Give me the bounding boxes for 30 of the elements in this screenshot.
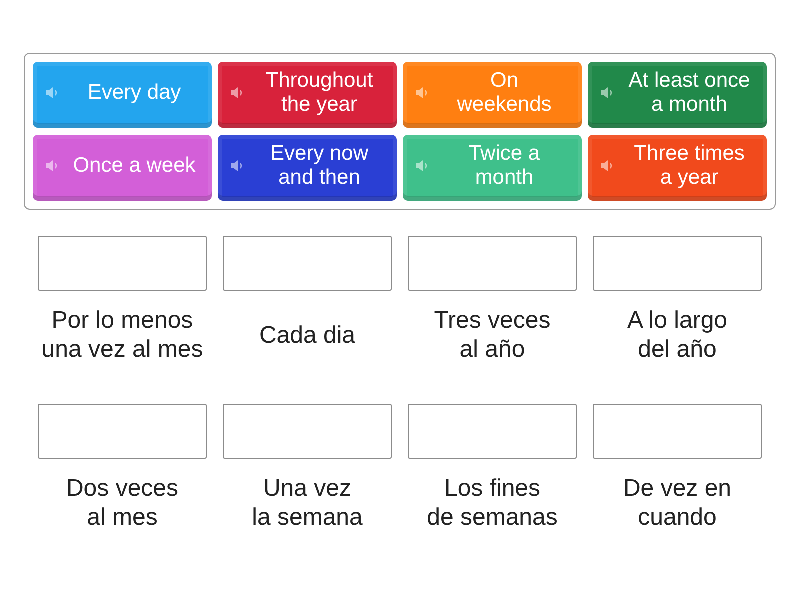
answer-tile[interactable]: At least once a month: [588, 62, 767, 128]
speaker-icon[interactable]: [45, 86, 59, 100]
answer-tile[interactable]: Twice a month: [403, 135, 582, 201]
speaker-icon[interactable]: [600, 86, 614, 100]
answer-tile[interactable]: Throughout the year: [218, 62, 397, 128]
speaker-icon[interactable]: [230, 159, 244, 173]
slot-label: Tres veces al año: [434, 306, 551, 364]
slot-label: Los fines de semanas: [427, 474, 558, 532]
slot-label: Una vez la semana: [252, 474, 363, 532]
drop-box[interactable]: [593, 236, 762, 291]
drop-box[interactable]: [408, 236, 577, 291]
slot-label: Dos veces al mes: [66, 474, 179, 532]
drop-box[interactable]: [223, 404, 392, 459]
answer-tile[interactable]: Every day: [33, 62, 212, 128]
drop-box[interactable]: [593, 404, 762, 459]
answer-tile[interactable]: On weekends: [403, 62, 582, 128]
answer-tile[interactable]: Every now and then: [218, 135, 397, 201]
answer-tile[interactable]: Three times a year: [588, 135, 767, 201]
speaker-icon[interactable]: [600, 159, 614, 173]
slot-label: Por lo menos una vez al mes: [42, 306, 204, 364]
speaker-icon[interactable]: [45, 159, 59, 173]
drop-box[interactable]: [38, 236, 207, 291]
answer-tile[interactable]: Once a week: [33, 135, 212, 201]
speaker-icon[interactable]: [230, 86, 244, 100]
drop-box[interactable]: [408, 404, 577, 459]
slot-label: A lo largo del año: [627, 306, 728, 364]
slot-label: De vez en cuando: [623, 474, 732, 532]
drop-box[interactable]: [223, 236, 392, 291]
slot-label: Cada dia: [259, 320, 356, 350]
drop-box[interactable]: [38, 404, 207, 459]
